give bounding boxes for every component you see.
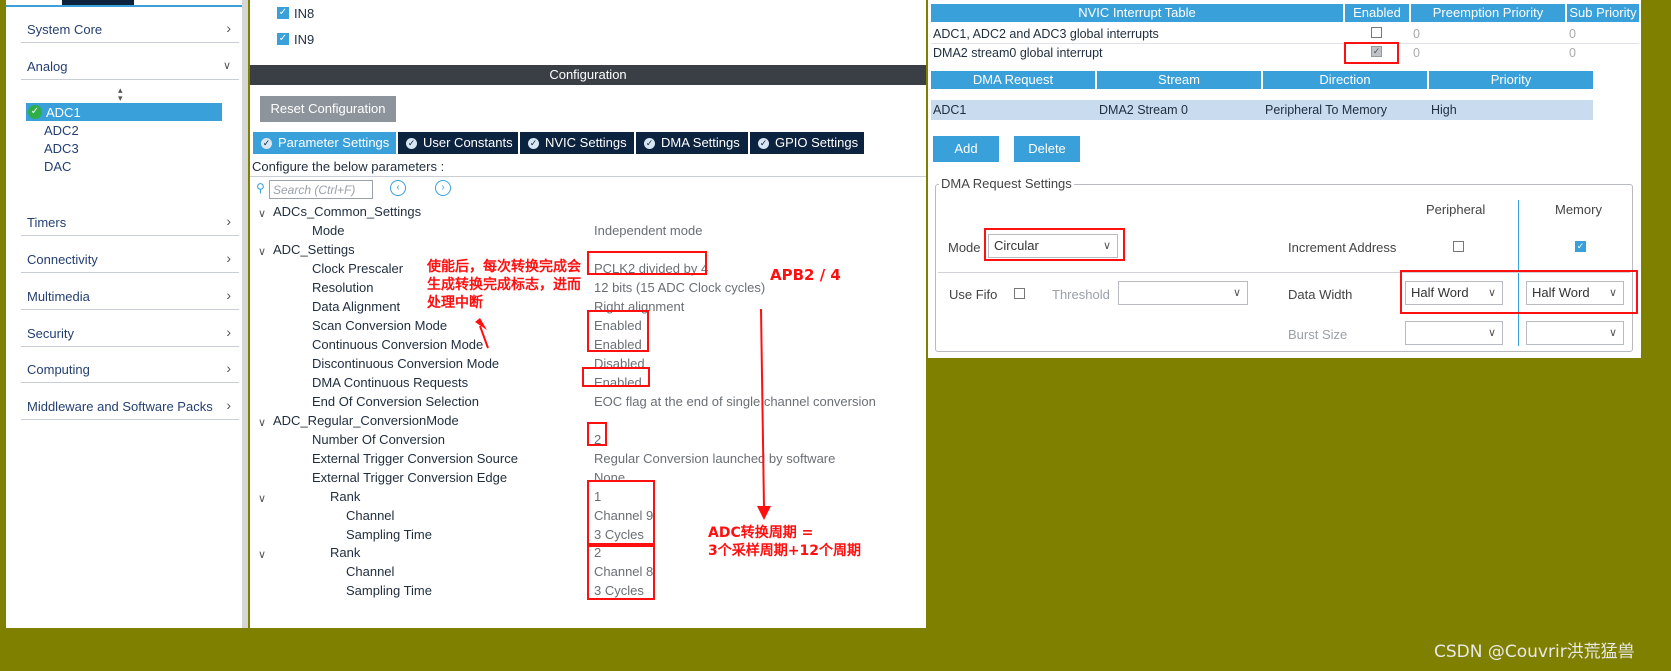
nvic-preemption-value[interactable]: 0 <box>1413 27 1420 41</box>
chevron-down-icon: ∨ <box>1608 327 1617 339</box>
nvic-header-sub: Sub Priority <box>1567 4 1639 22</box>
chevron-down-icon: ∨ <box>1232 287 1241 299</box>
increment-address-label: Increment Address <box>1288 240 1397 255</box>
add-button[interactable]: Add <box>933 136 999 162</box>
data-width-label: Data Width <box>1288 287 1353 302</box>
burst-size-label: Burst Size <box>1288 327 1348 342</box>
use-fifo-checkbox[interactable] <box>1014 288 1025 299</box>
threshold-label: Threshold <box>1052 287 1110 302</box>
peripheral-header: Peripheral <box>1426 202 1486 217</box>
use-fifo-label: Use Fifo <box>949 287 998 302</box>
highlight-box <box>1400 270 1638 314</box>
highlight-box <box>1344 42 1399 64</box>
nvic-preemption-value[interactable]: 0 <box>1413 46 1420 60</box>
nvic-enabled-checkbox[interactable] <box>1371 27 1382 38</box>
nvic-row-name: ADC1, ADC2 and ADC3 global interrupts <box>933 27 1159 41</box>
nvic-header-preemption: Preemption Priority <box>1411 4 1565 22</box>
threshold-select[interactable]: ∨ <box>1118 281 1248 305</box>
watermark: CSDN @Couvrir洪荒猛兽 <box>1434 642 1635 662</box>
nvic-sub-value[interactable]: 0 <box>1569 46 1576 60</box>
dma-header-priority: Priority <box>1429 71 1593 89</box>
arrow-head <box>757 506 771 520</box>
dma-header-direction: Direction <box>1263 71 1427 89</box>
memory-header: Memory <box>1555 202 1602 217</box>
right-panel: NVIC Interrupt Table Enabled Preemption … <box>928 0 1641 358</box>
arrow-line <box>479 325 489 349</box>
row-divider <box>931 43 1639 44</box>
nvic-header-enabled: Enabled <box>1345 4 1409 22</box>
memory-increment-checkbox[interactable]: ✓ <box>1575 241 1586 252</box>
dma-header-stream: Stream <box>1097 71 1261 89</box>
arrow-line <box>760 308 765 509</box>
nvic-header-name: NVIC Interrupt Table <box>931 4 1343 22</box>
dma-header-request: DMA Request <box>931 71 1095 89</box>
highlight-box <box>984 228 1125 261</box>
memory-burst-select[interactable]: ∨ <box>1526 321 1624 345</box>
dma-table-row[interactable]: ADC1 DMA2 Stream 0 Peripheral To Memory … <box>931 100 1593 120</box>
nvic-sub-value[interactable]: 0 <box>1569 27 1576 41</box>
chevron-down-icon: ∨ <box>1487 327 1496 339</box>
delete-button[interactable]: Delete <box>1014 136 1080 162</box>
dma-settings-legend: DMA Request Settings <box>939 176 1074 191</box>
mode-label: Mode <box>948 240 981 255</box>
peripheral-increment-checkbox[interactable] <box>1453 241 1464 252</box>
peripheral-burst-select[interactable]: ∨ <box>1405 321 1503 345</box>
nvic-row-name: DMA2 stream0 global interrupt <box>933 46 1103 60</box>
